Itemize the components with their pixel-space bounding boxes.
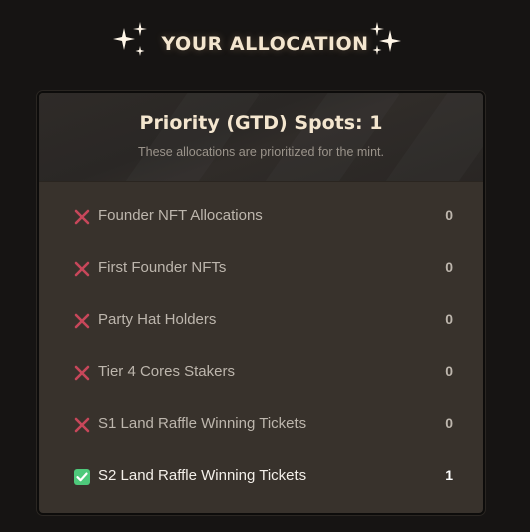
cross-icon <box>74 313 90 329</box>
allocation-row-first-founder: First Founder NFTs 0 <box>39 244 483 296</box>
cross-icon <box>74 365 90 381</box>
priority-spots-title: Priority (GTD) Spots: 1 <box>139 112 383 134</box>
sparkle-icon <box>370 22 401 55</box>
allocation-value: 0 <box>445 259 453 275</box>
allocation-label: S1 Land Raffle Winning Tickets <box>98 415 307 432</box>
allocation-label: Founder NFT Allocations <box>98 207 263 224</box>
allocation-value: 0 <box>445 207 453 223</box>
allocation-card: Priority (GTD) Spots: 1 These allocation… <box>37 91 485 515</box>
allocation-page: YOUR ALLOCATION Priority (GTD) Spots: 1 … <box>0 0 530 532</box>
allocation-value: 1 <box>445 467 453 483</box>
allocation-row-party-hat: Party Hat Holders 0 <box>39 296 483 348</box>
cross-icon <box>74 417 90 433</box>
cross-icon <box>74 261 90 277</box>
allocation-label: Party Hat Holders <box>98 311 217 328</box>
allocation-label: First Founder NFTs <box>98 259 227 276</box>
allocation-row-tier4: Tier 4 Cores Stakers 0 <box>39 348 483 400</box>
allocation-row-founder-nft: Founder NFT Allocations 0 <box>39 192 483 244</box>
allocation-row-s2-raffle: S2 Land Raffle Winning Tickets 1 <box>39 452 483 504</box>
card-header: Priority (GTD) Spots: 1 These allocation… <box>39 93 483 182</box>
allocation-title: YOUR ALLOCATION <box>161 33 369 55</box>
allocation-value: 0 <box>445 415 453 431</box>
allocation-heading: YOUR ALLOCATION <box>0 20 530 70</box>
cross-icon <box>74 209 90 225</box>
check-icon <box>74 469 90 485</box>
allocation-list: Founder NFT Allocations 0 First Founder … <box>39 192 483 504</box>
allocation-label: S2 Land Raffle Winning Tickets <box>98 467 307 484</box>
allocation-label: Tier 4 Cores Stakers <box>98 363 235 380</box>
allocation-row-s1-raffle: S1 Land Raffle Winning Tickets 0 <box>39 400 483 452</box>
allocation-value: 0 <box>445 311 453 327</box>
priority-spots-subtitle: These allocations are prioritized for th… <box>138 145 384 159</box>
allocation-value: 0 <box>445 363 453 379</box>
